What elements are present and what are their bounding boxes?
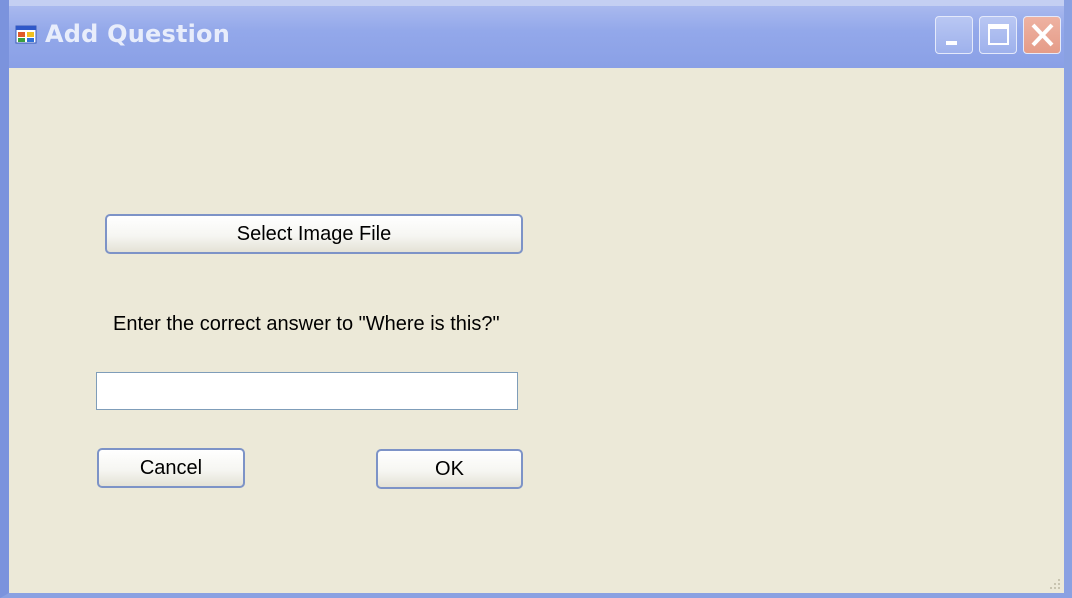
answer-input[interactable] xyxy=(96,372,518,410)
minimize-icon xyxy=(946,41,957,45)
minimize-button[interactable] xyxy=(935,16,973,54)
app-window-icon xyxy=(15,24,37,46)
close-icon xyxy=(1031,23,1054,47)
resize-grip-icon[interactable] xyxy=(1048,577,1062,591)
select-image-file-button[interactable]: Select Image File xyxy=(105,214,523,254)
window-title: Add Question xyxy=(45,20,231,48)
add-question-window: Add Question Select Image File Enter the… xyxy=(0,0,1072,598)
title-bar[interactable]: Add Question xyxy=(9,0,1064,68)
dialog-client-area: Select Image File Enter the correct answ… xyxy=(9,68,1064,593)
maximize-icon xyxy=(988,24,1009,45)
answer-prompt-label: Enter the correct answer to "Where is th… xyxy=(113,313,500,335)
cancel-button[interactable]: Cancel xyxy=(97,448,245,488)
ok-button[interactable]: OK xyxy=(376,449,523,489)
close-button[interactable] xyxy=(1023,16,1061,54)
maximize-button[interactable] xyxy=(979,16,1017,54)
